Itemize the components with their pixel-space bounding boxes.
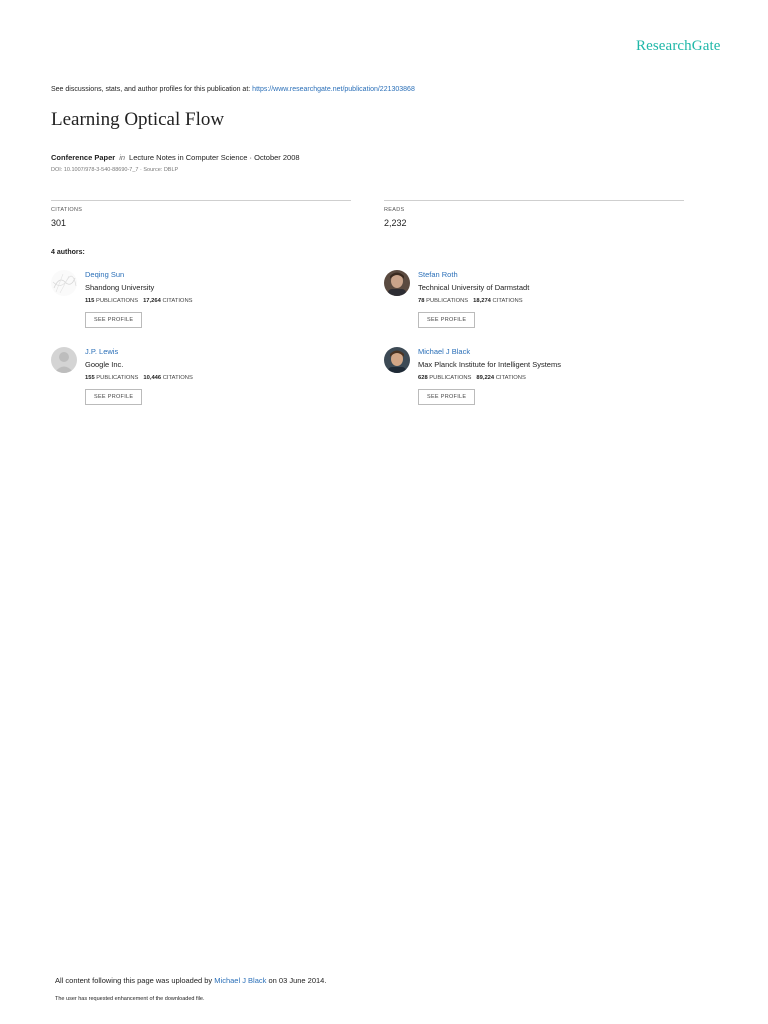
publications-label: PUBLICATIONS bbox=[429, 375, 472, 381]
author-institution: Shandong University bbox=[85, 283, 155, 292]
author-institution: Max Planck Institute for Intelligent Sys… bbox=[418, 360, 561, 369]
author-card: J.P. Lewis Google Inc. 155 PUBLICATIONS 1… bbox=[51, 347, 351, 417]
author-citations-label: CITATIONS bbox=[162, 375, 193, 381]
author-avatar[interactable] bbox=[384, 270, 410, 296]
see-profile-button[interactable]: SEE PROFILE bbox=[418, 312, 476, 328]
author-counts: 628 PUBLICATIONS 89,224 CITATIONS bbox=[418, 374, 561, 383]
discussion-line: See discussions, stats, and author profi… bbox=[51, 86, 415, 93]
see-profile-button[interactable]: SEE PROFILE bbox=[85, 389, 143, 405]
publications-count: 115 bbox=[85, 298, 95, 304]
citations-label: CITATIONS bbox=[51, 207, 83, 213]
author-card: Stefan Roth Technical University of Darm… bbox=[384, 270, 684, 340]
upload-note: All content following this page was uplo… bbox=[55, 976, 326, 985]
author-card: Deqing Sun Shandong University 115 PUBLI… bbox=[51, 270, 351, 340]
author-avatar[interactable] bbox=[51, 270, 77, 296]
publications-label: PUBLICATIONS bbox=[95, 298, 139, 304]
doi-source: DOI: 10.1007/978-3-540-88690-7_7 · Sourc… bbox=[51, 167, 179, 173]
paper-title: Learning Optical Flow bbox=[51, 109, 225, 130]
author-institution: Technical University of Darmstadt bbox=[418, 283, 530, 292]
reads-label: READS bbox=[384, 207, 405, 213]
author-avatar[interactable] bbox=[384, 347, 410, 373]
see-profile-button[interactable]: SEE PROFILE bbox=[85, 312, 143, 328]
author-institution: Google Inc. bbox=[85, 360, 124, 369]
upload-suffix: on 03 June 2014. bbox=[266, 976, 327, 985]
publications-label: PUBLICATIONS bbox=[96, 375, 139, 381]
authors-header: 4 authors: bbox=[51, 249, 85, 256]
paper-venue: Lecture Notes in Computer Science · Octo… bbox=[129, 153, 300, 162]
reads-value: 2,232 bbox=[384, 218, 407, 228]
citations-count: 89,224 bbox=[476, 375, 495, 381]
citations-count: 10,446 bbox=[143, 375, 162, 381]
author-name[interactable]: Michael J Black bbox=[418, 347, 561, 357]
author-counts: 155 PUBLICATIONS 10,446 CITATIONS bbox=[85, 374, 193, 383]
citations-stat: CITATIONS 301 bbox=[51, 200, 351, 228]
publications-count: 628 bbox=[418, 375, 428, 381]
upload-prefix: All content following this page was uplo… bbox=[55, 976, 215, 985]
publications-count: 78 bbox=[418, 298, 425, 304]
paper-meta: Conference Paper in Lecture Notes in Compu… bbox=[51, 153, 300, 162]
person-photo-icon bbox=[384, 347, 410, 373]
uploader-link[interactable]: Michael J Black bbox=[214, 976, 266, 985]
author-citations-label: CITATIONS bbox=[492, 298, 523, 304]
author-citations-label: CITATIONS bbox=[162, 298, 193, 304]
see-profile-button[interactable]: SEE PROFILE bbox=[418, 389, 476, 405]
enhancement-note: The user has requested enhancement of th… bbox=[55, 996, 205, 1002]
citations-count: 18,274 bbox=[473, 298, 491, 304]
person-photo-icon bbox=[384, 270, 410, 296]
default-avatar-icon bbox=[51, 347, 77, 373]
author-counts: 78 PUBLICATIONS 18,274 CITATIONS bbox=[418, 297, 529, 306]
author-card: Michael J Black Max Planck Institute for… bbox=[384, 347, 684, 417]
publications-label: PUBLICATIONS bbox=[426, 298, 469, 304]
publication-link[interactable]: https://www.researchgate.net/publication… bbox=[252, 86, 415, 93]
citations-count: 17,264 bbox=[143, 298, 161, 304]
in-word: in bbox=[119, 153, 126, 162]
citations-value: 301 bbox=[51, 218, 67, 228]
reads-stat: READS 2,232 bbox=[384, 200, 684, 228]
paper-type: Conference Paper bbox=[51, 153, 116, 162]
discussion-text: See discussions, stats, and author profi… bbox=[51, 86, 253, 93]
author-name[interactable]: Stefan Roth bbox=[418, 270, 529, 280]
author-name[interactable]: J.P. Lewis bbox=[85, 347, 193, 357]
author-citations-label: CITATIONS bbox=[495, 375, 526, 381]
publications-count: 155 bbox=[85, 375, 95, 381]
author-avatar[interactable] bbox=[51, 347, 77, 373]
sketch-avatar-icon bbox=[51, 270, 77, 296]
researchgate-logo[interactable]: ResearchGate bbox=[636, 38, 720, 55]
author-name[interactable]: Deqing Sun bbox=[85, 270, 193, 280]
author-counts: 115 PUBLICATIONS 17,264 CITATIONS bbox=[85, 297, 193, 306]
